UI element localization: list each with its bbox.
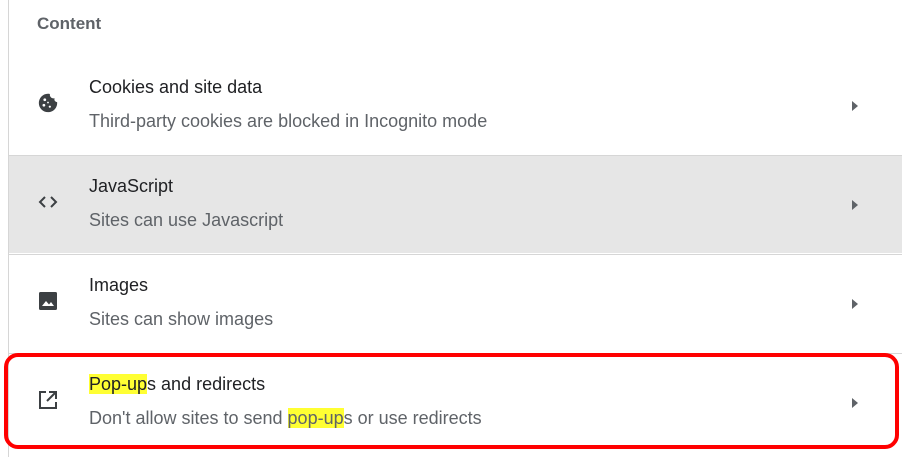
row-subtitle: Sites can use Javascript xyxy=(89,210,284,230)
row-title: JavaScript xyxy=(89,176,174,196)
row-subtitle: Don't allow sites to send pop-ups or use… xyxy=(89,408,482,429)
javascript-row[interactable]: JavaScript Sites can use Javascript xyxy=(9,155,902,253)
images-row[interactable]: Images Sites can show images xyxy=(9,254,902,352)
cookies-and-site-data-row[interactable]: Cookies and site data Third-party cookie… xyxy=(9,57,902,155)
row-title: Pop-ups and redirects xyxy=(89,374,265,395)
open-in-new-icon xyxy=(37,389,59,411)
chevron-right-icon xyxy=(849,99,861,113)
image-icon xyxy=(37,290,59,312)
row-subtitle-text: Don't allow sites to send xyxy=(89,408,288,428)
chevron-right-icon xyxy=(849,396,861,410)
content-settings-panel: Content Cookies and site data Third-part… xyxy=(0,0,902,457)
search-highlight: pop-up xyxy=(287,408,344,428)
row-title: Cookies and site data xyxy=(89,77,263,97)
cookie-icon xyxy=(37,92,59,114)
chevron-right-icon xyxy=(849,198,861,212)
row-subtitle: Sites can show images xyxy=(89,309,274,329)
pop-ups-and-redirects-row[interactable]: Pop-ups and redirects Don't allow sites … xyxy=(9,353,902,451)
search-highlight: Pop-up xyxy=(89,374,148,394)
row-title-text: s and redirects xyxy=(147,374,266,394)
row-title: Images xyxy=(89,275,149,295)
chevron-right-icon xyxy=(849,297,861,311)
code-brackets-icon xyxy=(37,191,59,213)
row-subtitle-text: s or use redirects xyxy=(343,408,482,428)
row-subtitle: Third-party cookies are blocked in Incog… xyxy=(89,111,488,131)
section-title: Content xyxy=(37,14,102,33)
